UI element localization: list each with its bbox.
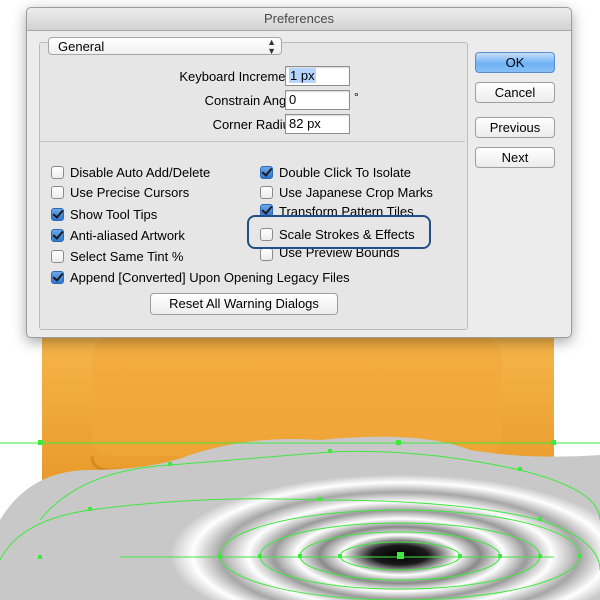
use-preview-bounds-checkbox[interactable]: Use Preview Bounds [260, 247, 400, 261]
constrain-angle-field[interactable]: 0 [285, 90, 350, 110]
degree-unit: ° [354, 90, 359, 104]
checkbox-icon [260, 248, 273, 261]
double-click-to-isolate-checkbox[interactable]: Double Click To Isolate [260, 163, 411, 181]
previous-button[interactable]: Previous [475, 117, 555, 138]
use-japanese-crop-marks-checkbox[interactable]: Use Japanese Crop Marks [260, 183, 433, 201]
up-down-arrows-icon: ▲ ▼ [267, 37, 276, 56]
cancel-button[interactable]: Cancel [475, 82, 555, 103]
show-tool-tips-checkbox[interactable]: Show Tool Tips [51, 205, 157, 223]
keyboard-increment-label: Keyboard Increment: [179, 69, 300, 84]
category-popup[interactable]: General ▲ ▼ [48, 37, 282, 56]
checkbox-icon [51, 185, 64, 199]
highlight-callout [247, 215, 431, 249]
checkbox-icon [51, 165, 64, 179]
panel-divider [40, 141, 465, 142]
keyboard-increment-field[interactable]: 1 px [285, 66, 350, 86]
checkbox-icon [260, 185, 273, 199]
anti-aliased-artwork-checkbox[interactable]: Anti-aliased Artwork [51, 226, 185, 244]
constrain-angle-label: Constrain Angle: [204, 93, 300, 108]
preferences-dialog: Preferences General ▲ ▼ Keyboard Incremen… [26, 7, 572, 338]
append-converted-checkbox[interactable]: Append [Converted] Upon Opening Legacy F… [51, 268, 350, 286]
dialog-title: Preferences [27, 8, 571, 31]
checkmark-icon [51, 228, 64, 242]
checkmark-icon [51, 207, 64, 221]
use-precise-cursors-checkbox[interactable]: Use Precise Cursors [51, 183, 189, 201]
corner-radius-label: Corner Radius: [212, 117, 300, 132]
category-selected: General [58, 39, 105, 54]
reset-warning-dialogs-button[interactable]: Reset All Warning Dialogs [150, 293, 338, 315]
select-same-tint-checkbox[interactable]: Select Same Tint % [51, 247, 183, 265]
corner-radius-field[interactable]: 82 px [285, 114, 350, 134]
ok-button[interactable]: OK [475, 52, 555, 73]
next-button[interactable]: Next [475, 147, 555, 168]
checkbox-icon [51, 249, 64, 263]
checkmark-icon [51, 270, 64, 284]
checkmark-icon [260, 165, 273, 179]
disable-auto-add-delete-checkbox[interactable]: Disable Auto Add/Delete [51, 163, 210, 181]
orange-inner [92, 338, 502, 456]
